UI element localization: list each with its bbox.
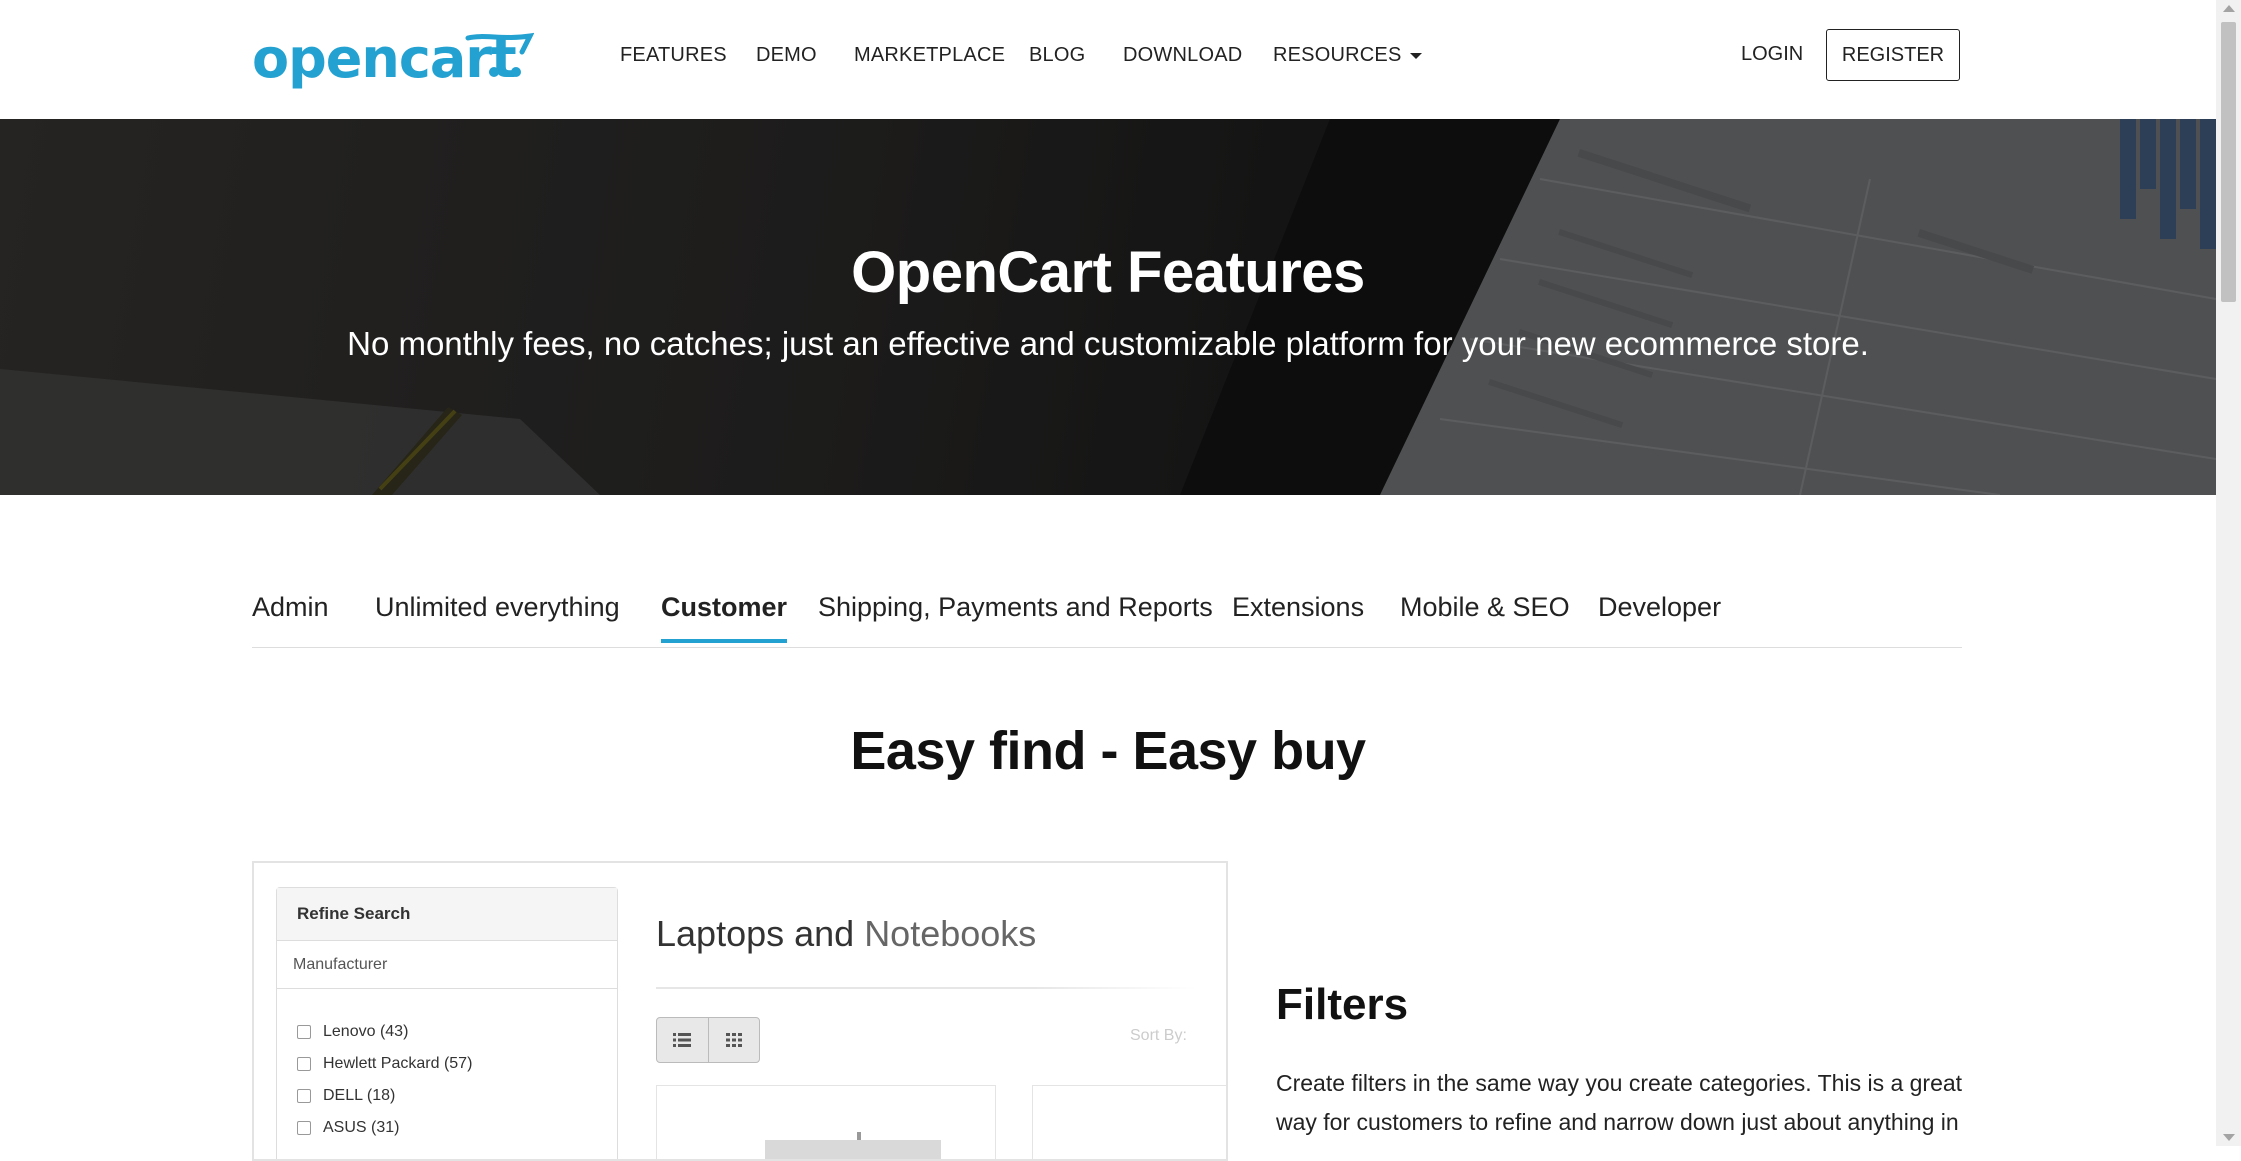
manufacturer-list: Lenovo (43) Hewlett Packard (57) DELL (1… <box>297 1016 472 1144</box>
product-card <box>1032 1085 1226 1159</box>
list-item: Hewlett Packard (57) <box>297 1048 472 1080</box>
feature-tabs: Admin Unlimited everything Customer Ship… <box>252 584 1962 648</box>
caret-down-icon <box>1409 52 1422 59</box>
hero-background-image <box>0 119 2216 495</box>
checkbox-icon <box>297 1089 311 1103</box>
nav-features[interactable]: FEATURES <box>620 44 727 67</box>
category-title-part-b: Notebooks <box>864 913 1037 954</box>
scroll-down-icon[interactable] <box>2223 1134 2235 1141</box>
feature-description: Create filters in the same way you creat… <box>1276 1070 1963 1135</box>
tab-unlimited-everything[interactable]: Unlimited everything <box>375 592 620 639</box>
cart-icon <box>465 32 534 77</box>
site-header: opencart FEATURES DEMO MARKETPLACE BLOG … <box>0 0 2216 119</box>
nav-download[interactable]: DOWNLOAD <box>1123 44 1242 67</box>
list-item: DELL (18) <box>297 1080 472 1112</box>
grid-view-icon <box>708 1018 759 1062</box>
list-view-icon <box>657 1018 707 1062</box>
sort-by-label: Sort By: <box>1130 1027 1187 1044</box>
divider <box>656 987 1196 989</box>
refine-search-heading: Refine Search <box>277 888 617 941</box>
product-card <box>656 1085 996 1159</box>
category-title-part-a: Laptops and <box>656 913 865 954</box>
nav-resources[interactable]: RESOURCES <box>1273 44 1422 67</box>
register-button[interactable]: REGISTER <box>1826 29 1960 81</box>
tab-extensions[interactable]: Extensions <box>1232 592 1364 639</box>
store-screenshot: Refine Search Manufacturer Lenovo (43) H… <box>252 861 1228 1161</box>
view-toggle <box>656 1017 760 1063</box>
manufacturer-group-label: Manufacturer <box>277 941 617 989</box>
tab-mobile-seo[interactable]: Mobile & SEO <box>1400 592 1570 639</box>
checkbox-icon <box>297 1025 311 1039</box>
feature-title: Filters <box>1276 980 1409 1029</box>
manufacturer-label: DELL (18) <box>323 1087 396 1104</box>
nav-demo[interactable]: DEMO <box>756 44 817 67</box>
vertical-scrollbar[interactable] <box>2216 0 2241 1146</box>
manufacturer-label: Lenovo (43) <box>323 1023 409 1040</box>
login-link[interactable]: LOGIN <box>1741 43 1803 66</box>
tab-developer[interactable]: Developer <box>1598 592 1721 639</box>
laptop-thumbnail <box>765 1132 941 1159</box>
hero-subtitle: No monthly fees, no catches; just an eff… <box>347 325 1869 362</box>
hero-title: OpenCart Features <box>851 240 1365 305</box>
nav-blog[interactable]: BLOG <box>1029 44 1085 67</box>
category-title: Laptops and Notebooks <box>656 913 1036 955</box>
scroll-up-icon[interactable] <box>2223 5 2235 12</box>
manufacturer-label: ASUS (31) <box>323 1119 400 1136</box>
hero-banner: OpenCart Features No monthly fees, no ca… <box>0 119 2216 495</box>
manufacturer-label: Hewlett Packard (57) <box>323 1055 473 1072</box>
tab-admin[interactable]: Admin <box>252 592 329 639</box>
list-item: ASUS (31) <box>297 1112 472 1144</box>
refine-search-panel: Refine Search Manufacturer Lenovo (43) H… <box>276 887 618 1159</box>
nav-marketplace[interactable]: MARKETPLACE <box>854 44 1005 67</box>
list-item: Lenovo (43) <box>297 1016 472 1048</box>
opencart-logo[interactable]: opencart <box>252 28 534 90</box>
scroll-thumb[interactable] <box>2221 22 2236 302</box>
nav-resources-label: RESOURCES <box>1273 44 1402 66</box>
tab-shipping-payments-reports[interactable]: Shipping, Payments and Reports <box>818 592 1213 639</box>
checkbox-icon <box>297 1057 311 1071</box>
section-title: Easy find - Easy buy <box>850 721 1366 781</box>
checkbox-icon <box>297 1121 311 1135</box>
tab-customer[interactable]: Customer <box>661 592 788 643</box>
